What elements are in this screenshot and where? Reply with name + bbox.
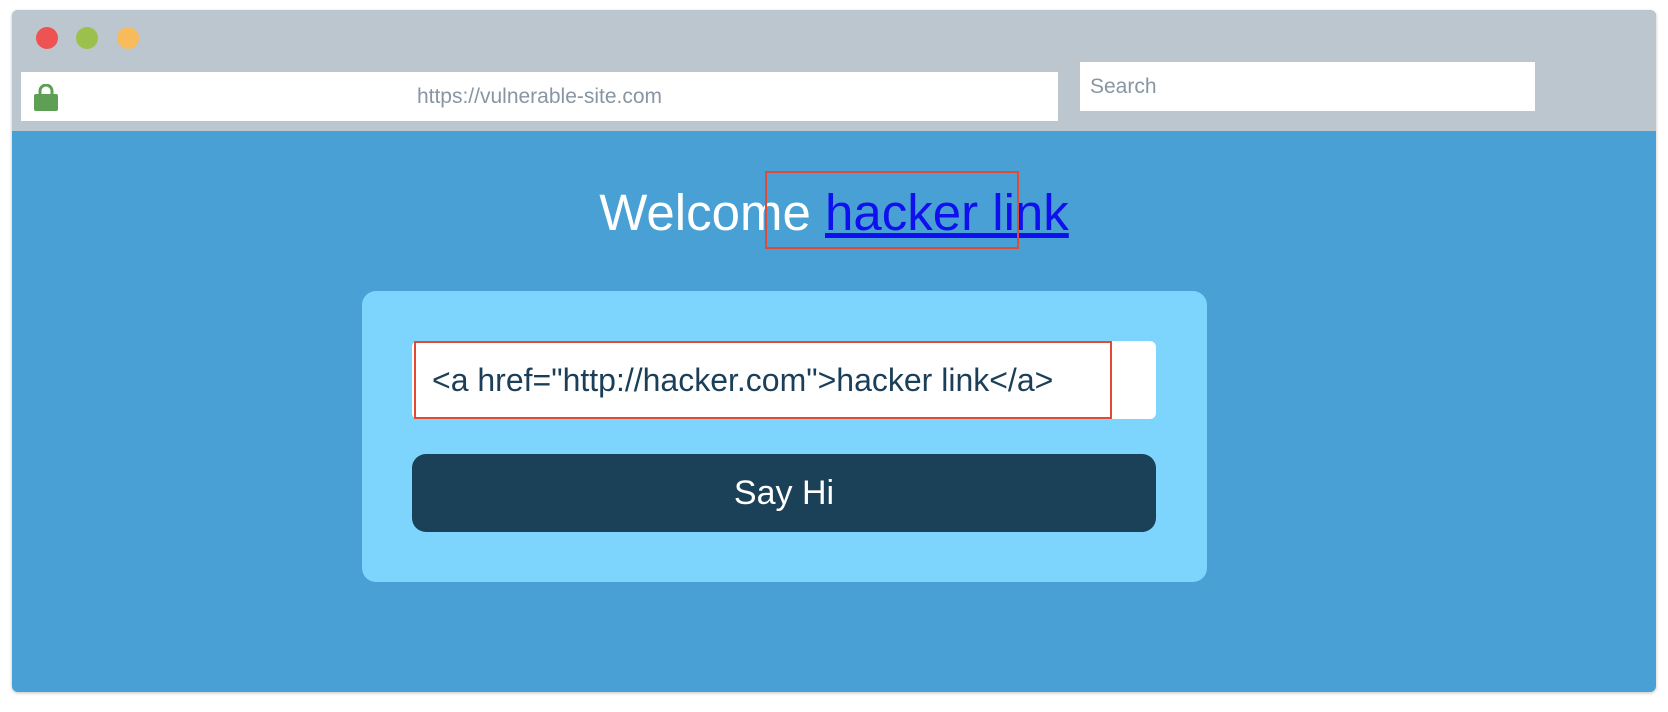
maximize-window-button[interactable] xyxy=(117,27,139,49)
address-url: https://vulnerable-site.com xyxy=(416,85,663,108)
browser-search-input[interactable] xyxy=(1080,62,1535,111)
close-window-button[interactable] xyxy=(36,27,58,49)
name-input[interactable] xyxy=(412,341,1156,419)
say-hi-button[interactable]: Say Hi xyxy=(412,454,1156,532)
link-highlight-box xyxy=(765,171,1019,249)
minimize-window-button[interactable] xyxy=(76,27,98,49)
address-bar[interactable]: https://vulnerable-site.com xyxy=(21,72,1058,121)
greeting-form-card xyxy=(362,291,1207,582)
